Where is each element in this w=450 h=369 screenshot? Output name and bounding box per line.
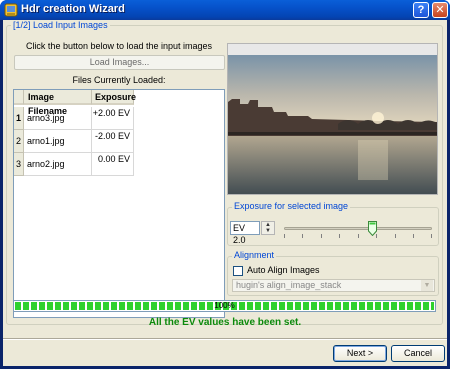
exposure-group-title: Exposure for selected image (232, 201, 351, 211)
wizard-app-icon (4, 3, 18, 17)
spin-down-icon[interactable]: ▼ (262, 228, 274, 234)
load-images-button[interactable]: Load Images... (14, 55, 225, 70)
step-title: [1/2] Load Input Images (11, 20, 110, 30)
row-number: 1 (14, 107, 24, 130)
auto-align-label[interactable]: Auto Align Images (247, 265, 320, 275)
files-loaded-label: Files Currently Loaded: (72, 75, 166, 85)
load-instruction: Click the button below to load the input… (25, 41, 213, 51)
progress-label: 100% (214, 301, 235, 310)
cancel-button[interactable]: Cancel (391, 345, 445, 362)
cell-exposure[interactable]: -2.00 EV (92, 130, 134, 153)
river-photo-thumbnail (228, 55, 437, 194)
align-tool-select[interactable]: hugin's align_image_stack ▼ (232, 279, 435, 292)
cell-filename[interactable]: arno1.jpg (24, 130, 92, 153)
images-table[interactable]: Image Filename Exposure 1 arno3.jpg +2.0… (13, 89, 225, 318)
row-number: 3 (14, 153, 24, 176)
status-message: All the EV values have been set. (148, 317, 302, 328)
wizard-window: Hdr creation Wizard ? ✕ [1/2] Load Input… (0, 0, 450, 369)
table-corner-header (14, 90, 24, 105)
alignment-group-title: Alignment (232, 250, 277, 260)
close-icon[interactable]: ✕ (432, 2, 448, 18)
title-bar[interactable]: Hdr creation Wizard ? ✕ (0, 0, 450, 20)
align-tool-value: hugin's align_image_stack (236, 280, 342, 290)
column-header-exposure[interactable]: Exposure (92, 90, 136, 105)
cell-exposure[interactable]: +2.00 EV (92, 107, 134, 130)
ev-spinner[interactable]: ▲ ▼ (261, 221, 275, 235)
ev-value-field[interactable]: EV 2.0 (230, 221, 260, 245)
ev-slider-track[interactable] (284, 227, 432, 230)
cell-filename[interactable]: arno3.jpg (24, 107, 92, 130)
dropdown-arrow-icon[interactable]: ▼ (421, 280, 433, 291)
progress-bar: 100% (13, 300, 436, 312)
button-separator (3, 338, 447, 340)
image-preview (227, 43, 438, 195)
column-header-filename[interactable]: Image Filename (24, 90, 92, 116)
cell-exposure[interactable]: 0.00 EV (92, 153, 134, 176)
cell-filename[interactable]: arno2.jpg (24, 153, 92, 176)
auto-align-checkbox[interactable] (233, 266, 243, 276)
row-number: 2 (14, 130, 24, 153)
next-button[interactable]: Next > (333, 345, 387, 362)
help-icon[interactable]: ? (413, 2, 429, 18)
window-title: Hdr creation Wizard (21, 3, 125, 15)
wizard-client-area: [1/2] Load Input Images Click the button… (3, 20, 447, 366)
slider-ticks (284, 234, 432, 238)
